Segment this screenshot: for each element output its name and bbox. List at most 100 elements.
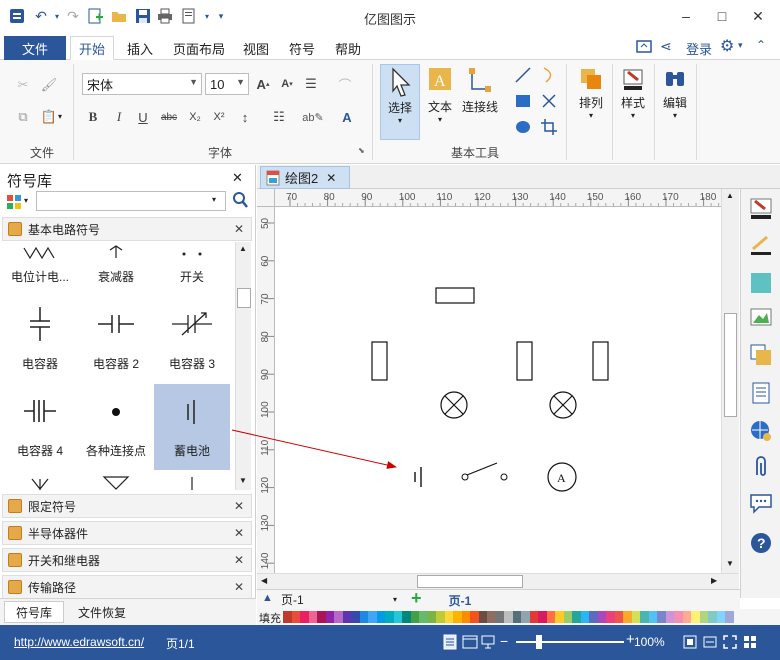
paste-icon[interactable]: 📋 <box>38 106 60 128</box>
color-swatch[interactable] <box>325 611 334 623</box>
color-swatch[interactable] <box>487 611 496 623</box>
symbol-antenna[interactable] <box>2 471 78 490</box>
redo-icon[interactable]: ↷ <box>64 7 82 25</box>
color-swatch[interactable] <box>674 611 683 623</box>
tab-symbol[interactable]: 符号 <box>280 36 324 60</box>
help-icon[interactable]: ? <box>749 531 773 555</box>
color-swatch[interactable] <box>597 611 606 623</box>
color-swatch[interactable] <box>572 611 581 623</box>
color-swatch[interactable] <box>580 611 589 623</box>
crop-tool-icon[interactable] <box>540 118 558 139</box>
color-swatch[interactable] <box>385 611 394 623</box>
menu-file[interactable]: 文件 <box>4 36 66 60</box>
fit-page-icon[interactable] <box>682 634 698 653</box>
symbol-junction[interactable]: 各种连接点 <box>78 384 154 470</box>
font-name-select[interactable]: 宋体 ▼ <box>82 73 202 95</box>
close-icon[interactable]: ✕ <box>234 499 244 513</box>
scroll-right-icon[interactable]: ▶ <box>711 576 717 585</box>
color-swatch[interactable] <box>300 611 309 623</box>
zoom-slider-handle[interactable] <box>536 635 542 649</box>
presentation-icon[interactable] <box>480 634 496 653</box>
arc-tool-icon[interactable] <box>540 66 558 87</box>
new-document-icon[interactable] <box>86 7 104 25</box>
canvas-horizontal-scrollbar[interactable]: ◀ ▶ <box>257 573 739 589</box>
scroll-down-icon[interactable]: ▼ <box>239 476 247 485</box>
resistor-vertical-3[interactable] <box>592 341 609 381</box>
color-swatch[interactable] <box>614 611 623 623</box>
symbol-potentiometer[interactable]: 电位计电... <box>2 242 78 296</box>
color-swatch[interactable] <box>546 611 555 623</box>
color-swatch[interactable] <box>495 611 504 623</box>
chevron-up-icon[interactable]: ▲ <box>262 592 273 604</box>
color-swatch[interactable] <box>640 611 649 623</box>
resistor-vertical-1[interactable] <box>371 341 388 381</box>
grow-font-icon[interactable]: A ▴ <box>252 73 274 95</box>
symbol-capacitor-3[interactable]: 电容器 3 <box>154 297 230 383</box>
color-swatch[interactable] <box>334 611 343 623</box>
arrange-button[interactable]: 排列 ▾ <box>572 64 610 140</box>
color-swatch[interactable] <box>529 611 538 623</box>
section-transmission-path[interactable]: 传输路径 ✕ <box>2 575 252 599</box>
drawing-canvas[interactable]: A <box>275 207 721 573</box>
fit-width-icon[interactable] <box>702 634 718 653</box>
color-swatch[interactable] <box>665 611 674 623</box>
library-menu-dropdown-icon[interactable]: ▾ <box>24 196 28 205</box>
color-palette[interactable] <box>283 611 743 623</box>
font-size-select[interactable]: 10 ▼ <box>205 73 249 95</box>
color-swatch[interactable] <box>623 611 632 623</box>
color-swatch[interactable] <box>419 611 428 623</box>
battery-placed[interactable] <box>414 467 422 487</box>
color-swatch[interactable] <box>631 611 640 623</box>
color-swatch[interactable] <box>402 611 411 623</box>
subscript-icon[interactable]: X₂ <box>184 106 206 128</box>
search-dropdown-icon[interactable]: ▾ <box>212 195 216 204</box>
color-swatch[interactable] <box>444 611 453 623</box>
zoom-slider-track[interactable] <box>516 641 624 643</box>
color-swatch[interactable] <box>436 611 445 623</box>
font-color-icon[interactable]: A <box>336 106 358 128</box>
page-tab[interactable]: 页-1 <box>443 591 477 609</box>
ellipse-tool-icon[interactable] <box>514 118 532 139</box>
attachment-icon[interactable] <box>749 455 773 479</box>
color-swatch[interactable] <box>538 611 547 623</box>
image-icon[interactable] <box>749 305 773 329</box>
symbol-wire[interactable] <box>154 471 230 490</box>
symbol-ground[interactable] <box>78 471 154 490</box>
scroll-up-icon[interactable]: ▲ <box>239 244 247 253</box>
page-select[interactable]: 页-1 ▾ <box>281 591 399 608</box>
close-icon[interactable]: ✕ <box>234 580 244 594</box>
shadow-style-icon[interactable] <box>749 271 773 295</box>
color-swatch[interactable] <box>351 611 360 623</box>
text-highlight-icon[interactable]: ab✎ <box>302 106 324 128</box>
fill-style-icon[interactable] <box>749 197 773 221</box>
cut-icon[interactable]: ✂ <box>12 74 34 96</box>
app-logo-icon[interactable] <box>8 7 26 25</box>
close-icon[interactable]: ✕ <box>326 171 336 185</box>
print-icon[interactable] <box>156 7 174 25</box>
maximize-button[interactable]: □ <box>704 4 740 28</box>
connector-tool-button[interactable]: 连接线 <box>460 64 500 140</box>
color-swatch[interactable] <box>317 611 326 623</box>
collapse-ribbon-icon[interactable]: ⌃ <box>756 38 766 52</box>
section-basic-circuit[interactable]: 基本电路符号 ✕ <box>2 217 252 241</box>
resistor-vertical-2[interactable] <box>516 341 533 381</box>
open-folder-icon[interactable] <box>110 7 128 25</box>
color-swatch[interactable] <box>283 611 292 623</box>
scroll-left-icon[interactable]: ◀ <box>261 576 267 585</box>
curve-text-icon[interactable]: ⌒ <box>334 73 356 95</box>
strikethrough-icon[interactable]: abc <box>158 106 180 128</box>
color-swatch[interactable] <box>699 611 708 623</box>
color-swatch[interactable] <box>359 611 368 623</box>
tab-home[interactable]: 开始 <box>70 36 114 60</box>
color-swatch[interactable] <box>342 611 351 623</box>
scroll-down-icon[interactable]: ▼ <box>726 559 734 568</box>
settings-gear-icon[interactable]: ⚙ <box>720 36 734 56</box>
settings-dropdown-icon[interactable]: ▾ <box>738 40 743 51</box>
color-swatch[interactable] <box>606 611 615 623</box>
page-view-icon[interactable] <box>442 634 458 653</box>
share-screen-icon[interactable] <box>636 39 652 58</box>
grid-view-icon[interactable] <box>742 634 758 653</box>
full-screen-icon[interactable] <box>722 634 738 653</box>
library-search-input[interactable] <box>36 191 226 211</box>
switch-placed[interactable] <box>461 462 508 481</box>
